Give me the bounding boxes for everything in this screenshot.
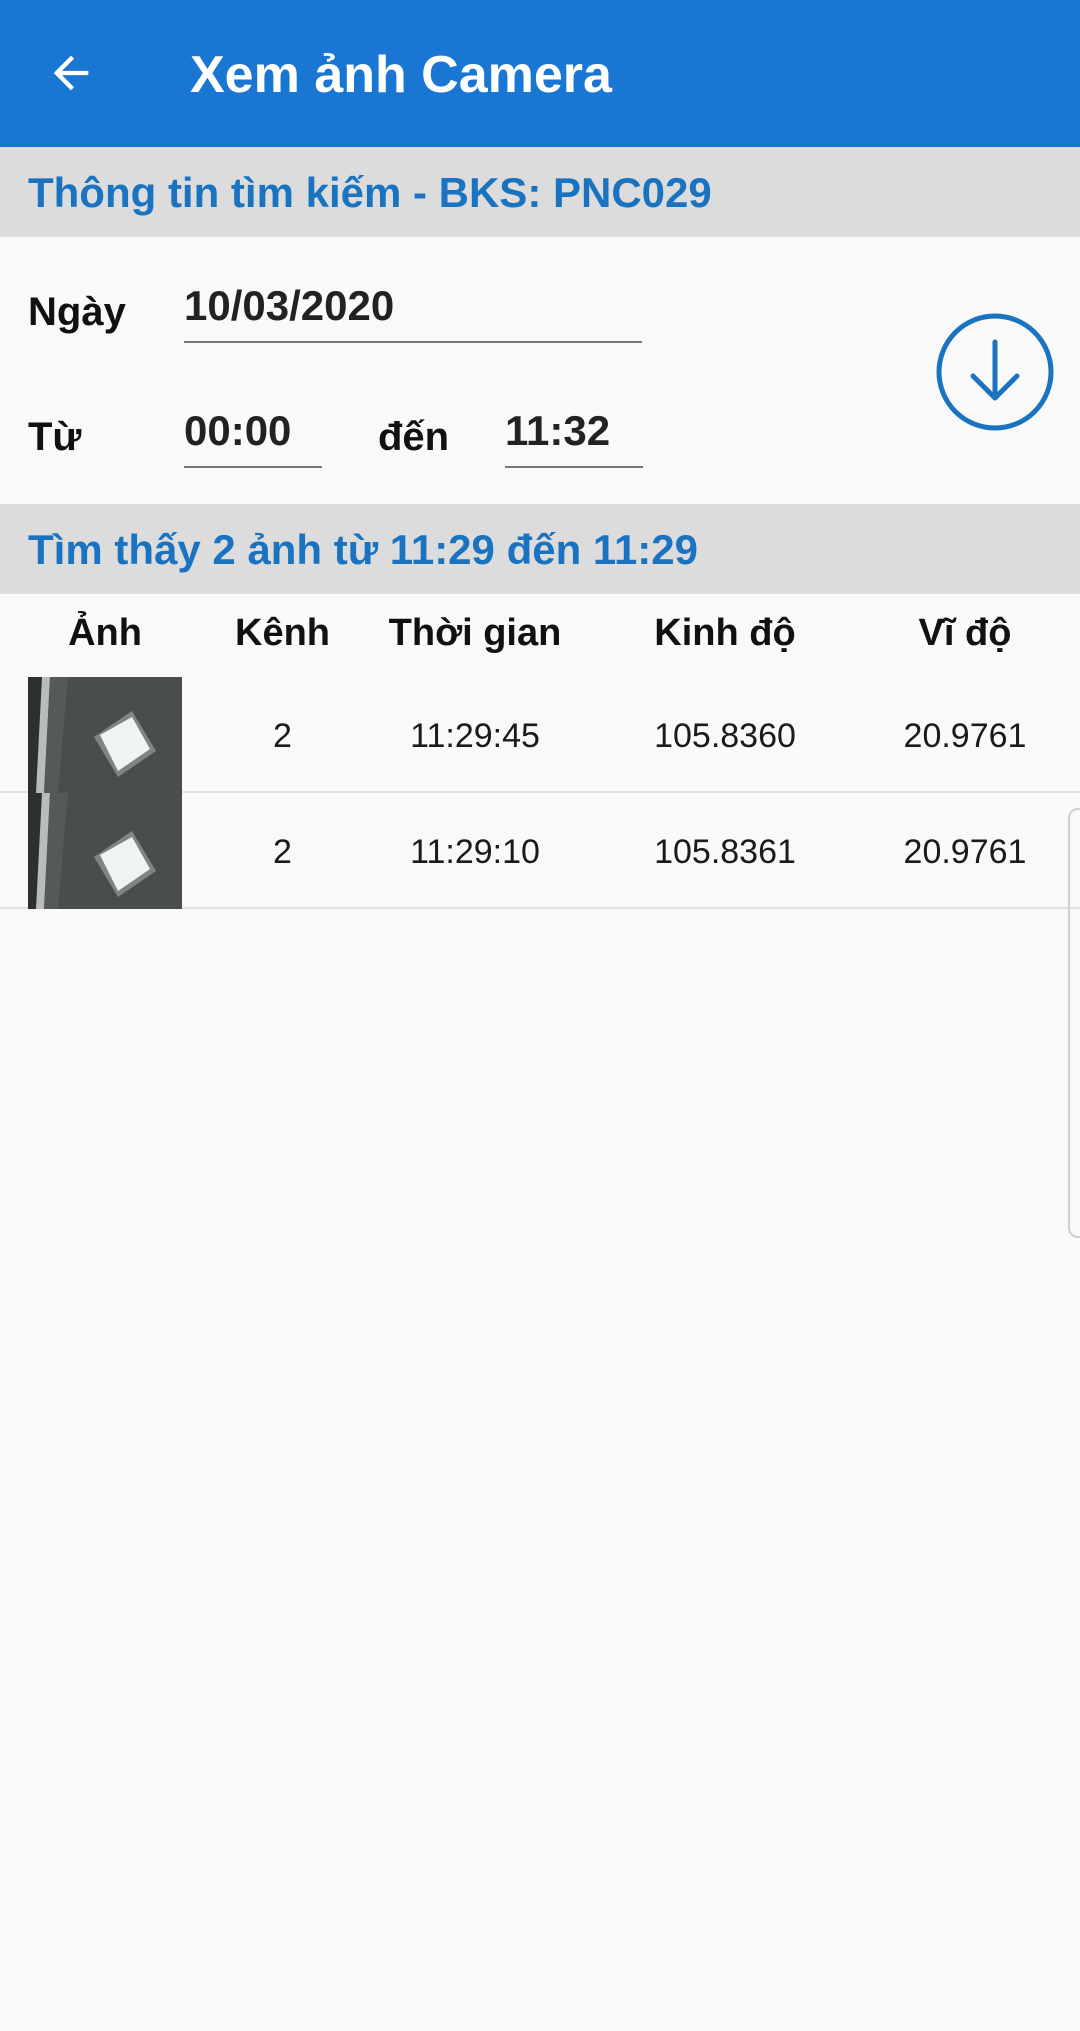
table-row[interactable]: 2 11:29:45 105.8360 20.9761	[0, 677, 1080, 793]
time-cell: 11:29:45	[410, 717, 540, 755]
longitude-cell: 105.8361	[654, 833, 796, 871]
camera-thumbnail[interactable]	[28, 793, 182, 909]
edge-panel-handle[interactable]	[1068, 808, 1080, 1238]
search-info-header: Thông tin tìm kiếm - BKS: PNC029	[0, 147, 1080, 237]
to-time-field[interactable]: 11:32	[505, 402, 643, 468]
column-header-latitude: Vĩ độ	[918, 612, 1012, 654]
date-field[interactable]: 10/03/2020	[184, 277, 642, 343]
latitude-cell: 20.9761	[903, 717, 1027, 755]
column-header-time: Thời gian	[388, 612, 562, 654]
column-header-channel: Kênh	[235, 612, 330, 654]
table-row[interactable]: 2 11:29:10 105.8361 20.9761	[0, 793, 1080, 909]
from-label: Từ	[28, 415, 82, 459]
longitude-cell: 105.8360	[654, 717, 796, 755]
back-button[interactable]	[30, 28, 112, 118]
from-time-field[interactable]: 00:00	[184, 402, 322, 468]
results-header: Tìm thấy 2 ảnh từ 11:29 đến 11:29	[0, 504, 1080, 594]
column-header-longitude: Kinh độ	[654, 612, 796, 654]
channel-cell: 2	[273, 717, 292, 755]
date-label: Ngày	[28, 290, 126, 334]
time-cell: 11:29:10	[410, 833, 540, 871]
channel-cell: 2	[273, 833, 292, 871]
camera-thumbnail[interactable]	[28, 677, 182, 793]
arrow-down-circle-icon	[936, 313, 1054, 431]
latitude-cell: 20.9761	[903, 833, 1027, 871]
to-label: đến	[378, 415, 450, 459]
arrow-left-icon	[53, 55, 89, 91]
app-bar: Xem ảnh Camera	[0, 0, 1080, 147]
page-title: Xem ảnh Camera	[190, 46, 612, 104]
column-header-image: Ảnh	[68, 612, 142, 654]
download-button[interactable]	[935, 312, 1055, 432]
